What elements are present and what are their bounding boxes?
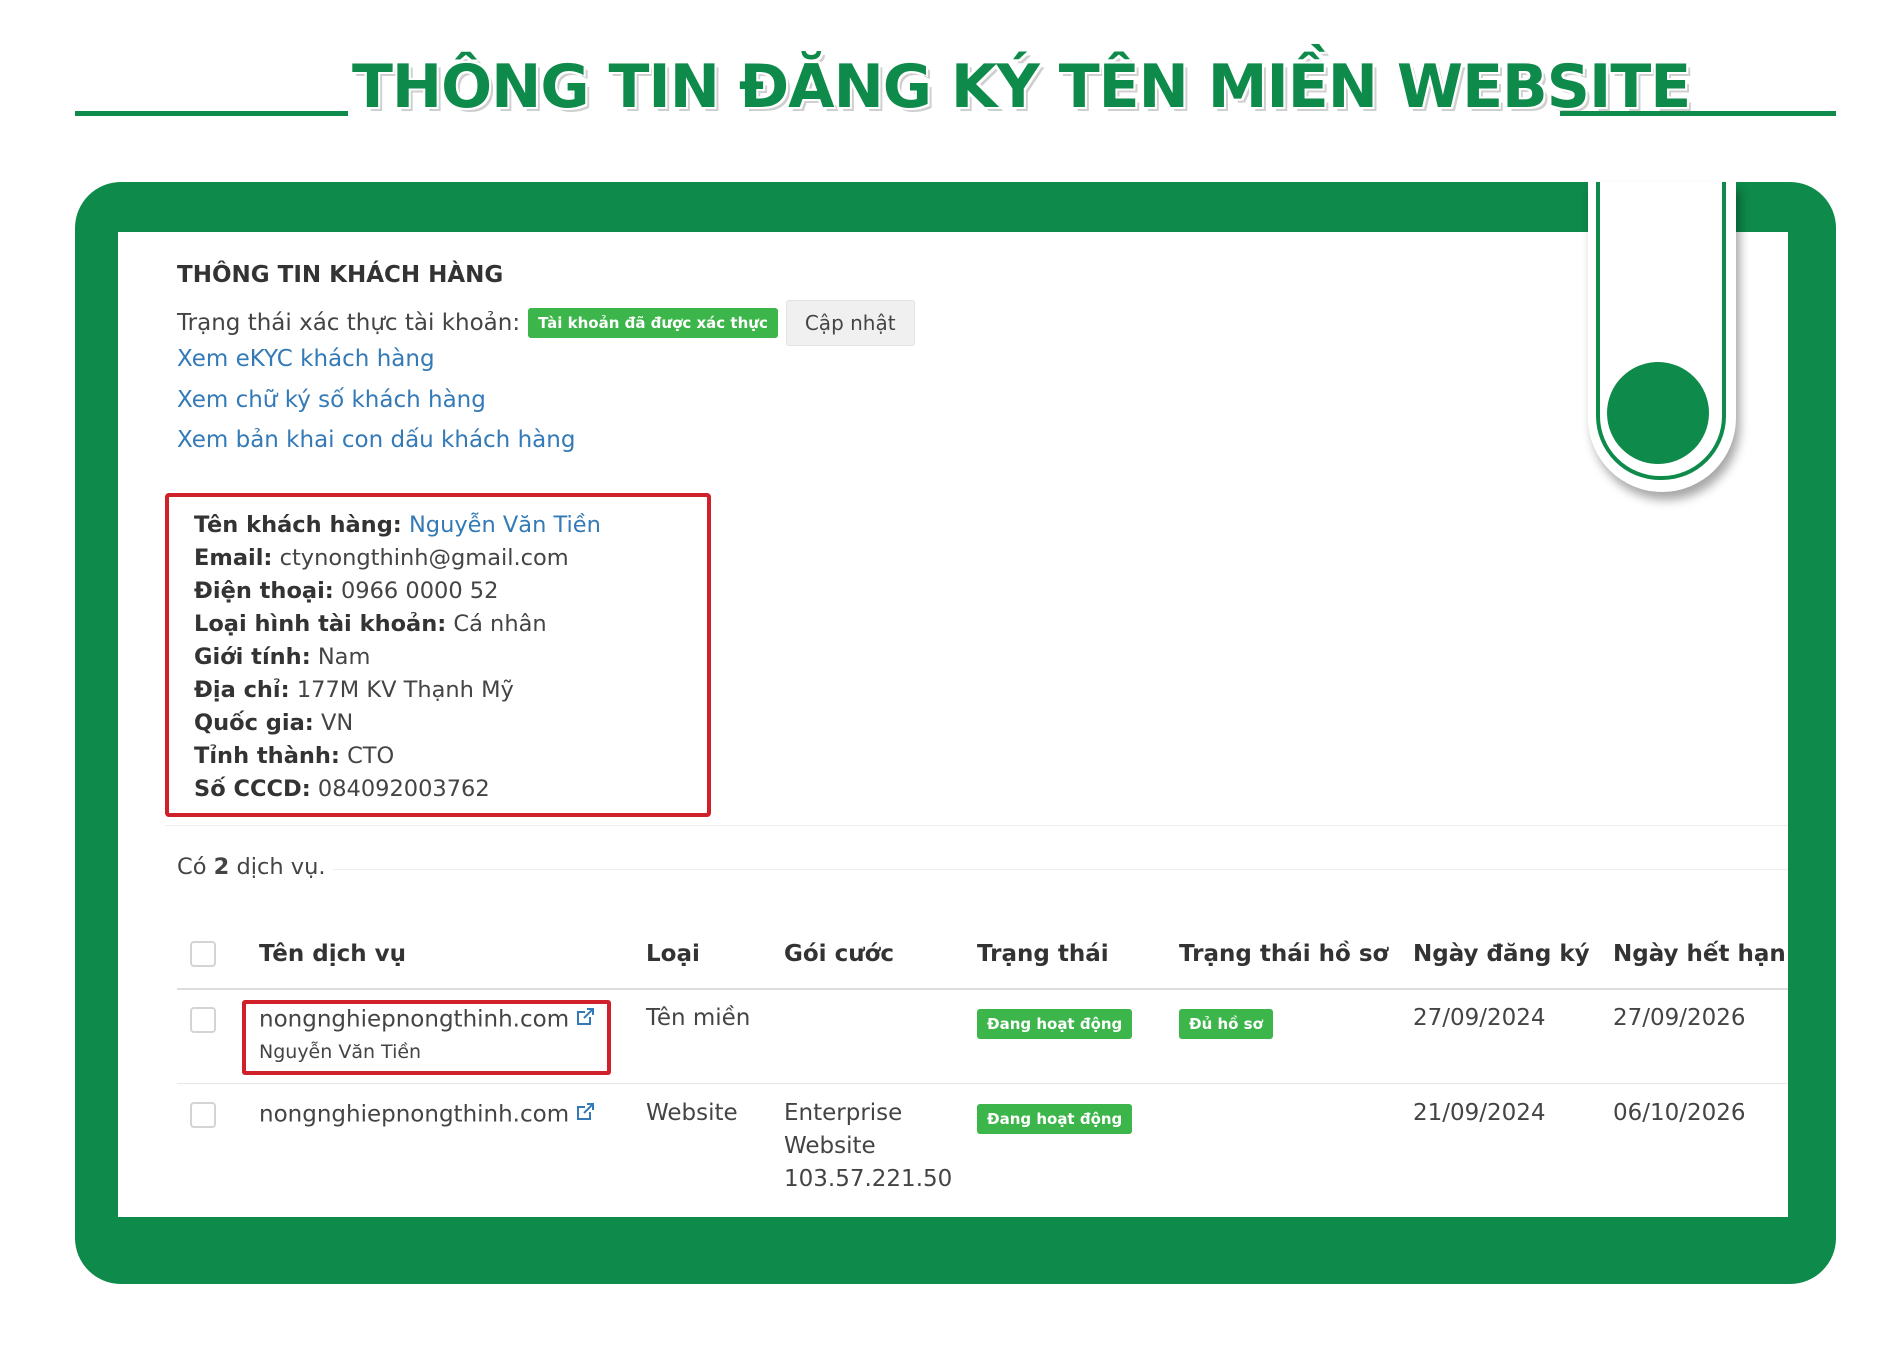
- service-count-suffix: dịch vụ.: [236, 854, 326, 880]
- update-button[interactable]: Cập nhật: [785, 300, 915, 346]
- service-count-prefix: Có: [177, 854, 207, 880]
- header-rule-left: [75, 111, 348, 116]
- section-divider: [165, 825, 1788, 826]
- info-email: Email: ctynongthinh@gmail.com: [194, 545, 569, 571]
- info-label: Điện thoại:: [194, 578, 334, 604]
- col-expiry-date[interactable]: Ngày hết hạn: [1613, 941, 1786, 967]
- col-profile-status[interactable]: Trạng thái hồ sơ: [1179, 941, 1388, 967]
- page-title: THÔNG TIN ĐĂNG KÝ TÊN MIỀN WEBSITE: [352, 52, 1691, 122]
- service-owner: Nguyễn Văn Tiền: [259, 1041, 422, 1063]
- header-rule-right: [1560, 111, 1836, 116]
- col-status[interactable]: Trạng thái: [977, 941, 1109, 967]
- info-province: Tỉnh thành: CTO: [194, 743, 394, 769]
- info-label: Số CCCD:: [194, 776, 311, 802]
- info-customer-name: Tên khách hàng: Nguyễn Văn Tiền: [194, 512, 601, 538]
- info-value: Cá nhân: [453, 611, 547, 637]
- col-plan[interactable]: Gói cước: [784, 941, 894, 967]
- service-name[interactable]: nongnghiepnongthinh.com: [259, 1102, 569, 1128]
- service-type: Website: [646, 1100, 738, 1126]
- profile-status-badge: Đủ hồ sơ: [1179, 1009, 1273, 1039]
- info-gender: Giới tính: Nam: [194, 644, 370, 670]
- customer-section-title: THÔNG TIN KHÁCH HÀNG: [177, 262, 504, 288]
- col-registered-date[interactable]: Ngày đăng ký: [1413, 941, 1590, 967]
- info-phone: Điện thoại: 0966 0000 52: [194, 578, 498, 604]
- row-checkbox[interactable]: [190, 1102, 216, 1128]
- service-count: Có 2 dịch vụ.: [177, 854, 326, 880]
- status-badge: Đang hoạt động: [977, 1009, 1133, 1039]
- view-ekyc-link[interactable]: Xem eKYC khách hàng: [177, 346, 435, 372]
- count-divider: [333, 869, 1788, 870]
- info-value: 177M KV Thạnh Mỹ: [296, 677, 514, 703]
- row-divider: [177, 1083, 1788, 1084]
- info-label: Quốc gia:: [194, 710, 314, 736]
- info-label: Tỉnh thành:: [194, 743, 340, 769]
- info-label: Giới tính:: [194, 644, 311, 670]
- service-count-number: 2: [213, 854, 230, 880]
- service-name-link[interactable]: nongnghiepnongthinh.com: [259, 1100, 597, 1130]
- external-link-icon[interactable]: [573, 1005, 597, 1035]
- info-label: Tên khách hàng:: [194, 512, 402, 538]
- col-type[interactable]: Loại: [646, 941, 700, 967]
- verify-status-row: Trạng thái xác thực tài khoản: Tài khoản…: [177, 300, 915, 346]
- service-plan-line-1: Enterprise: [784, 1100, 903, 1126]
- external-link-icon[interactable]: [573, 1100, 597, 1130]
- info-address: Địa chỉ: 177M KV Thạnh Mỹ: [194, 677, 514, 703]
- service-name-link[interactable]: nongnghiepnongthinh.com: [259, 1005, 597, 1035]
- info-value: Nam: [317, 644, 371, 670]
- info-label: Địa chỉ:: [194, 677, 290, 703]
- expiry-date: 27/09/2026: [1613, 1005, 1746, 1031]
- info-account-type: Loại hình tài khoản: Cá nhân: [194, 611, 547, 637]
- registered-date: 27/09/2024: [1413, 1005, 1546, 1031]
- info-label: Loại hình tài khoản:: [194, 611, 447, 637]
- service-plan-line-3: 103.57.221.50: [784, 1166, 953, 1192]
- info-value: ctynongthinh@gmail.com: [279, 545, 569, 571]
- row-checkbox[interactable]: [190, 1007, 216, 1033]
- bookmark-dot: [1607, 362, 1709, 464]
- view-digital-signature-link[interactable]: Xem chữ ký số khách hàng: [177, 387, 486, 413]
- info-value: CTO: [347, 743, 395, 769]
- select-all-checkbox[interactable]: [190, 941, 216, 967]
- info-value: VN: [320, 710, 354, 736]
- view-seal-declaration-link[interactable]: Xem bản khai con dấu khách hàng: [177, 427, 575, 453]
- info-value: Nguyễn Văn Tiền: [408, 512, 601, 538]
- col-service-name[interactable]: Tên dịch vụ: [259, 941, 406, 967]
- verified-badge: Tài khoản đã được xác thực: [528, 308, 778, 338]
- info-value: 084092003762: [317, 776, 490, 802]
- info-value: 0966 0000 52: [340, 578, 499, 604]
- registered-date: 21/09/2024: [1413, 1100, 1546, 1126]
- verify-status-label: Trạng thái xác thực tài khoản:: [177, 310, 521, 336]
- info-id-number: Số CCCD: 084092003762: [194, 776, 490, 802]
- service-plan-line-2: Website: [784, 1133, 876, 1159]
- screenshot-panel: THÔNG TIN KHÁCH HÀNG Trạng thái xác thực…: [118, 232, 1788, 1217]
- status-badge: Đang hoạt động: [977, 1104, 1133, 1134]
- table-header-divider: [177, 988, 1788, 990]
- info-label: Email:: [194, 545, 273, 571]
- service-name[interactable]: nongnghiepnongthinh.com: [259, 1007, 569, 1033]
- service-type: Tên miền: [646, 1005, 751, 1031]
- bookmark-decoration: [1588, 182, 1736, 492]
- info-country: Quốc gia: VN: [194, 710, 353, 736]
- expiry-date: 06/10/2026: [1613, 1100, 1746, 1126]
